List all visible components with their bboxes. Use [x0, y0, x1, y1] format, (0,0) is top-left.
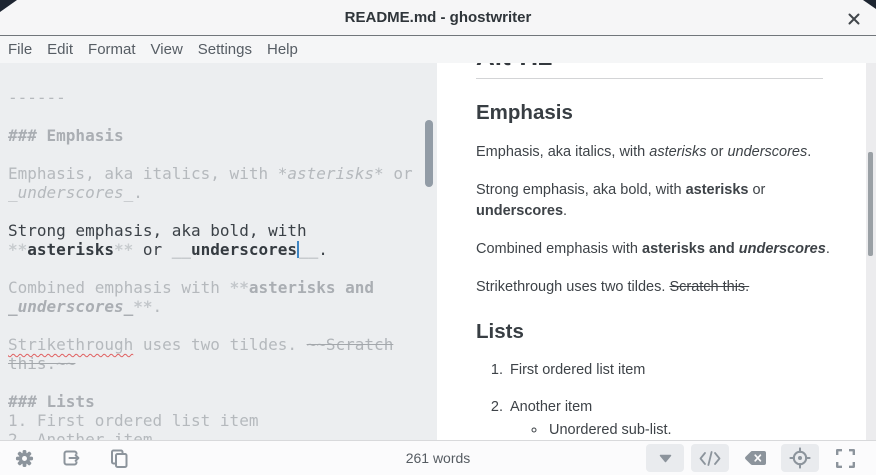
- preview-h3: Emphasis: [476, 101, 856, 125]
- fullscreen-icon: [836, 449, 855, 468]
- screen-corner: [0, 0, 17, 12]
- editor-line: Emphasis, aka italics, with *asterisks* …: [8, 164, 437, 183]
- list-item: Another itemUnordered sub-list.: [507, 397, 856, 440]
- preview-h2: Alt-H2: [476, 63, 856, 71]
- menu-format[interactable]: Format: [88, 41, 136, 58]
- statusbar-right-group: [646, 444, 864, 472]
- menu-file[interactable]: File: [8, 41, 32, 58]
- editor-line: Strong emphasis, aka bold, with: [8, 221, 437, 240]
- focus-mode-button[interactable]: [781, 444, 819, 472]
- export-icon: [61, 448, 81, 468]
- copy-icon: [108, 448, 128, 468]
- preview-p: Strong emphasis, aka bold, with asterisk…: [476, 180, 856, 222]
- editor-line: [8, 145, 437, 164]
- statusbar-left-group: [13, 446, 129, 470]
- main-split: ------ ### Emphasis Emphasis, aka italics,…: [0, 63, 876, 440]
- hemingway-mode-button[interactable]: [736, 444, 774, 472]
- editor-line: ### Lists: [8, 392, 437, 411]
- html-preview-button[interactable]: [691, 444, 729, 472]
- editor-line: [8, 107, 437, 126]
- preview-p: Strikethrough uses two tildes. Scratch t…: [476, 277, 856, 298]
- chevron-down-icon: [659, 454, 672, 463]
- editor-line: 2. Another item: [8, 430, 437, 440]
- editor-line: [8, 373, 437, 392]
- preview-scrollbar-track[interactable]: [866, 63, 876, 440]
- editor-line: **asterisks** or __underscores__.: [8, 240, 437, 259]
- window-title: README.md - ghostwriter: [345, 9, 532, 26]
- copy-html-button[interactable]: [107, 446, 129, 470]
- editor-line: Combined emphasis with **asterisks and: [8, 278, 437, 297]
- editor-line: [8, 202, 437, 221]
- menu-help[interactable]: Help: [267, 41, 298, 58]
- editor-line: [8, 259, 437, 278]
- editor-scrollbar-thumb[interactable]: [425, 120, 433, 187]
- close-button[interactable]: [843, 8, 865, 30]
- editor-line: ### Emphasis: [8, 126, 437, 145]
- title-bar[interactable]: README.md - ghostwriter: [0, 0, 876, 36]
- editor-line: [8, 316, 437, 335]
- focus-target-icon: [789, 447, 811, 469]
- editor-line: 1. First ordered list item: [8, 411, 437, 430]
- editor-pane[interactable]: ------ ### Emphasis Emphasis, aka italics,…: [0, 63, 437, 440]
- list-item: First ordered list item: [507, 360, 856, 381]
- preview-pane[interactable]: Alt-H2 Emphasis Emphasis, aka italics, wit…: [437, 63, 876, 440]
- app-window: README.md - ghostwriter File Edit Format Vi…: [0, 0, 876, 475]
- close-icon: [848, 13, 860, 25]
- menu-edit[interactable]: Edit: [47, 41, 73, 58]
- backspace-icon: [744, 450, 767, 466]
- screen-corner: [863, 0, 876, 9]
- code-icon: [699, 451, 721, 466]
- status-bar: 261 words: [0, 440, 876, 475]
- preview-content: Alt-H2 Emphasis Emphasis, aka italics, wit…: [476, 63, 856, 440]
- preview-ol: First ordered list item Another itemUnord…: [476, 360, 856, 440]
- preview-options-button[interactable]: [646, 444, 684, 472]
- menu-bar: File Edit Format View Settings Help: [0, 36, 876, 63]
- export-button[interactable]: [60, 446, 82, 470]
- editor-line: Strikethrough uses two tildes. ~~Scratch: [8, 335, 437, 354]
- editor-line: this.~~: [8, 354, 437, 373]
- preview-h3: Lists: [476, 320, 856, 344]
- editor-line: ------: [8, 88, 437, 107]
- settings-button[interactable]: [13, 446, 35, 470]
- preview-p: Combined emphasis with asterisks and und…: [476, 239, 856, 260]
- preview-p: Emphasis, aka italics, with asterisks or…: [476, 142, 856, 163]
- fullscreen-button[interactable]: [826, 444, 864, 472]
- preview-scrollbar-thumb[interactable]: [868, 152, 873, 256]
- menu-view[interactable]: View: [151, 41, 183, 58]
- editor-line: _underscores_.: [8, 183, 437, 202]
- menu-settings[interactable]: Settings: [198, 41, 252, 58]
- editor-text: ------ ### Emphasis Emphasis, aka italics,…: [8, 88, 437, 440]
- editor-line: _underscores_**.: [8, 297, 437, 316]
- preview-hr: [476, 78, 823, 79]
- settings-icon: [15, 449, 34, 468]
- list-item: Unordered sub-list.: [547, 420, 856, 440]
